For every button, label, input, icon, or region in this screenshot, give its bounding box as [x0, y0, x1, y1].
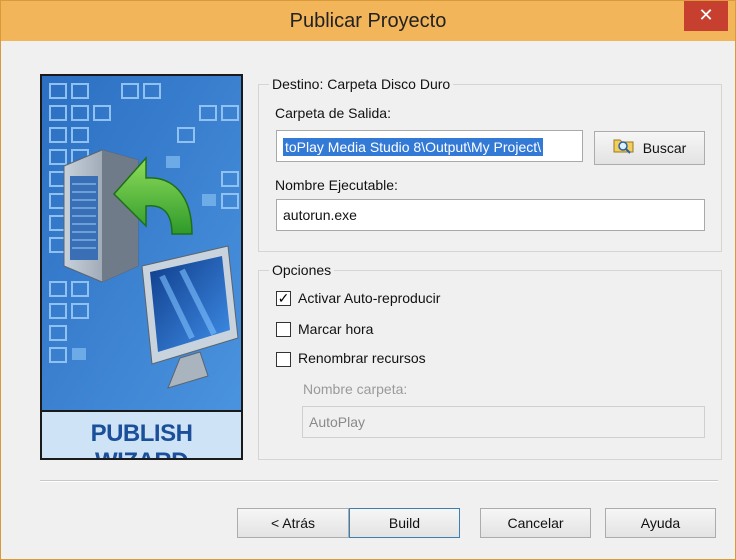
browse-button[interactable]: Buscar — [594, 131, 705, 165]
folder-name-input: AutoPlay — [302, 406, 705, 438]
dialog-title: Publicar Proyecto — [289, 10, 447, 32]
autoplay-checkbox[interactable]: ✓ — [276, 291, 291, 306]
dialog-body: PUBLISH WIZARD Destino: Carpeta Disco Du… — [10, 41, 726, 552]
wizard-illustration — [42, 76, 241, 412]
wizard-banner-footer: PUBLISH WIZARD — [42, 410, 241, 458]
help-button[interactable]: Ayuda — [605, 508, 716, 538]
back-button[interactable]: < Atrás — [237, 508, 349, 538]
rename-resources-checkbox[interactable] — [276, 352, 291, 367]
cancel-button[interactable]: Cancelar — [480, 508, 591, 538]
close-icon: ✕ — [698, 5, 714, 25]
autoplay-label[interactable]: Activar Auto-reproducir — [298, 290, 440, 306]
close-button[interactable]: ✕ — [684, 1, 728, 31]
exe-name-label: Nombre Ejecutable: — [275, 177, 398, 193]
folder-search-icon — [613, 133, 635, 165]
publish-dialog: Publicar Proyecto ✕ PUBLISH Destino: Car… — [0, 0, 736, 560]
output-folder-label: Carpeta de Salida: — [275, 105, 391, 121]
rename-resources-label[interactable]: Renombrar recursos — [298, 350, 426, 366]
options-group-label: Opciones — [269, 262, 335, 278]
publish-wizard-logo: PUBLISH WIZARD — [90, 420, 193, 458]
timestamp-label[interactable]: Marcar hora — [298, 321, 373, 337]
title-bar[interactable]: Publicar Proyecto ✕ — [1, 1, 735, 41]
timestamp-checkbox[interactable] — [276, 322, 291, 337]
exe-name-input[interactable]: autorun.exe — [276, 199, 705, 231]
folder-name-label: Nombre carpeta: — [303, 381, 408, 397]
output-folder-input[interactable]: toPlay Media Studio 8\Output\My Project\ — [276, 130, 583, 162]
wizard-banner: PUBLISH WIZARD — [40, 74, 243, 460]
build-button[interactable]: Build — [349, 508, 460, 538]
button-separator — [40, 480, 718, 482]
destination-group-label: Destino: Carpeta Disco Duro — [269, 76, 454, 92]
output-folder-value: toPlay Media Studio 8\Output\My Project\ — [283, 138, 544, 156]
browse-label: Buscar — [642, 140, 687, 156]
